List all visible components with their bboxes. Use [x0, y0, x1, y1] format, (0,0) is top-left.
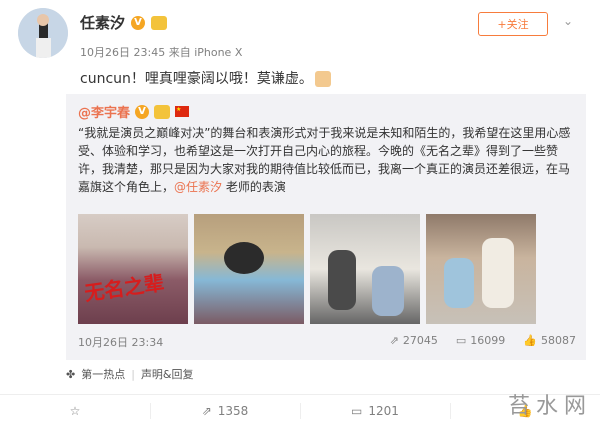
image-wheelchair[interactable]: 无名之辈: [78, 214, 188, 324]
repost-user: @李宇春 V: [78, 102, 190, 121]
verified-icon: V: [135, 104, 150, 119]
mention-link[interactable]: @任素汐: [174, 180, 222, 194]
image-stage[interactable]: [310, 214, 420, 324]
hot-icon: ✤: [66, 367, 76, 381]
like-icon: 👍: [523, 334, 537, 347]
hot-bar: ✤ 第一热点 | 声明&回复: [66, 366, 194, 382]
image-performer[interactable]: [194, 214, 304, 324]
repost-text-body: “我就是演员之巅峰对决”的舞台和表演形式对于我来说是未知和陌生的，我希望在这里用…: [78, 126, 571, 194]
comment-button-count: 1201: [368, 404, 399, 418]
user-info: 任素汐 V: [80, 12, 168, 33]
repost-text: “我就是演员之巅峰对决”的舞台和表演形式对于我来说是未知和陌生的，我希望在这里用…: [78, 124, 578, 196]
share-icon: ⇗: [201, 404, 212, 418]
repost-card: @李宇春 V “我就是演员之巅峰对决”的舞台和表演形式对于我来说是未知和陌生的，…: [66, 94, 586, 360]
repost-count-value: 27045: [402, 334, 438, 347]
star-icon: ☆: [69, 404, 81, 418]
post-text: cuncun！哩真哩豪阔以哦！莫谦虚。: [80, 68, 331, 88]
post-date[interactable]: 10月26日 23:45: [80, 46, 165, 59]
comment-button[interactable]: ▭ 1201: [300, 395, 450, 427]
avatar[interactable]: [18, 8, 68, 58]
repost-date[interactable]: 10月26日 23:34: [78, 334, 163, 350]
repost-stats: ⇗ 27045 ▭ 16099 👍 58087: [390, 334, 576, 347]
comment-count-value: 16099: [470, 334, 506, 347]
china-flag-icon: [175, 106, 190, 117]
medal-icon: [154, 104, 171, 119]
repost-button-count: 1358: [217, 404, 249, 418]
chevron-down-icon[interactable]: ⌄: [563, 14, 573, 28]
separator: |: [131, 367, 135, 381]
repost-user-name[interactable]: @李宇春: [78, 102, 130, 121]
repost-count[interactable]: ⇗ 27045: [390, 334, 438, 347]
comment-icon: ▭: [351, 404, 363, 418]
image-title: 无名之辈: [82, 270, 166, 306]
comment-icon: ▭: [455, 334, 467, 347]
post-meta: 10月26日 23:45 来自 iPhone X: [80, 44, 242, 60]
statement-link[interactable]: 声明&回复: [141, 366, 194, 382]
medal-icon: [151, 15, 168, 30]
repost-text-tail: 老师的表演: [222, 180, 286, 194]
hot-label[interactable]: 第一热点: [81, 366, 125, 382]
watermark: 苔水网: [507, 394, 592, 419]
repost-button[interactable]: ⇗ 1358: [150, 395, 300, 427]
post-source: 来自 iPhone X: [168, 46, 243, 59]
follow-button[interactable]: +关注: [478, 12, 548, 36]
image-bow[interactable]: [426, 214, 536, 324]
favorite-button[interactable]: ☆: [0, 395, 150, 427]
share-icon: ⇗: [389, 334, 399, 347]
post-text-content: cuncun！哩真哩豪阔以哦！莫谦虚。: [80, 71, 313, 87]
comment-count[interactable]: ▭ 16099: [456, 334, 505, 347]
verified-icon: V: [131, 15, 146, 30]
like-count-value: 58087: [541, 334, 576, 347]
weibo-post: 任素汐 V 10月26日 23:45 来自 iPhone X +关注 ⌄ cun…: [0, 0, 600, 426]
user-name[interactable]: 任素汐: [80, 12, 125, 33]
like-count[interactable]: 👍 58087: [523, 334, 576, 347]
image-grid: 无名之辈: [78, 214, 536, 324]
thumbs-up-icon: [314, 71, 331, 87]
